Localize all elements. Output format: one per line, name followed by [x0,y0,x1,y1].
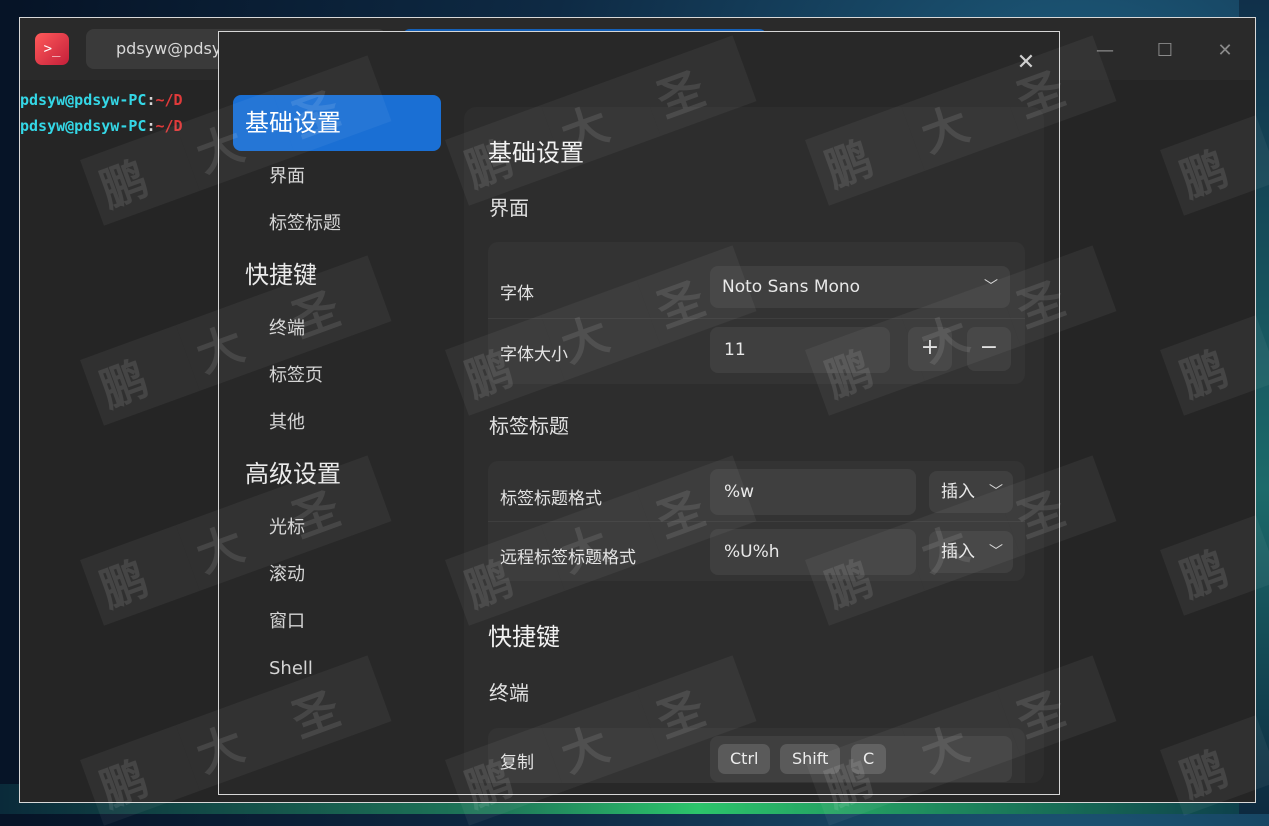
decrease-font-button[interactable]: − [967,327,1011,371]
prompt-path: ~/D [155,117,183,135]
chevron-down-icon: ﹀ [984,279,998,295]
subsection-title-tab-title: 标签标题 [489,414,569,438]
remote-tab-title-format-label: 远程标签标题格式 [500,548,636,568]
nav-item-interface[interactable]: 界面 [233,153,441,200]
insert-label: 插入 [941,482,975,502]
increase-font-button[interactable]: + [908,327,952,371]
close-icon[interactable]: ✕ [1212,38,1238,64]
terminal-output[interactable]: pdsyw@pdsyw-PC:~/D pdsyw@pdsyw-PC:~/D [20,87,183,139]
chevron-down-icon: ﹀ [989,484,1003,500]
tab-title-format-input[interactable]: %w [710,469,916,515]
copy-label: 复制 [500,753,534,773]
section-title-basic: 基础设置 [488,139,584,167]
terminal-line: pdsyw@pdsyw-PC:~/D [20,87,183,113]
section-title-shortcuts: 快捷键 [488,623,560,651]
terminal-shortcuts-group: 复制 Ctrl Shift C [488,728,1025,783]
remote-tab-title-format-input[interactable]: %U%h [710,529,916,575]
insert-select-2[interactable]: 插入 ﹀ [929,531,1013,573]
font-label: 字体 [500,284,534,304]
keycap-ctrl: Ctrl [718,744,771,774]
nav-section-basic[interactable]: 基础设置 [233,95,441,151]
interface-group: 字体 Noto Sans Mono ﹀ 字体大小 11 + − [488,242,1025,384]
keycap-shift: Shift [780,744,841,774]
settings-content[interactable]: 基础设置 界面 字体 Noto Sans Mono ﹀ 字体大小 11 + − … [464,107,1044,783]
nav-section-shortcuts[interactable]: 快捷键 [233,247,441,303]
nav-item-shell[interactable]: Shell [233,645,441,692]
subsection-title-terminal: 终端 [489,681,529,705]
prompt-user: pdsyw@pdsyw-PC [20,117,147,135]
subsection-title-interface: 界面 [489,196,529,220]
row-divider [488,521,1025,522]
nav-item-terminal[interactable]: 终端 [233,305,441,352]
font-size-input[interactable]: 11 [710,327,890,373]
nav-item-tabs[interactable]: 标签页 [233,352,441,399]
tab-title-format-label: 标签标题格式 [500,489,602,509]
nav-item-other[interactable]: 其他 [233,399,441,446]
settings-dialog: ✕ 基础设置 界面 标签标题 快捷键 终端 标签页 其他 高级设置 光标 滚动 … [218,31,1060,795]
maximize-icon[interactable]: ☐ [1152,38,1178,64]
nav-item-scroll[interactable]: 滚动 [233,551,441,598]
nav-section-advanced[interactable]: 高级设置 [233,446,441,502]
settings-nav: 基础设置 界面 标签标题 快捷键 终端 标签页 其他 高级设置 光标 滚动 窗口… [233,95,441,692]
minimize-icon[interactable]: — [1092,38,1118,64]
row-divider [488,318,1025,319]
font-select[interactable]: Noto Sans Mono ﹀ [710,266,1010,308]
keycap-c: C [851,744,887,774]
terminal-line: pdsyw@pdsyw-PC:~/D [20,113,183,139]
nav-item-window[interactable]: 窗口 [233,598,441,645]
prompt-user: pdsyw@pdsyw-PC [20,91,147,109]
tab-title-group: 标签标题格式 %w 插入 ﹀ 远程标签标题格式 %U%h 插入 ﹀ [488,461,1025,581]
copy-shortcut-field[interactable]: Ctrl Shift C [710,736,1012,782]
prompt-path: ~/D [155,91,183,109]
nav-item-cursor[interactable]: 光标 [233,504,441,551]
insert-label: 插入 [941,542,975,562]
nav-item-tab-title[interactable]: 标签标题 [233,200,441,247]
font-size-label: 字体大小 [500,345,568,365]
font-select-value: Noto Sans Mono [722,277,861,297]
insert-select-1[interactable]: 插入 ﹀ [929,471,1013,513]
terminal-app-icon[interactable]: >_ [35,33,69,65]
close-icon[interactable]: ✕ [1013,50,1039,76]
chevron-down-icon: ﹀ [989,544,1003,560]
